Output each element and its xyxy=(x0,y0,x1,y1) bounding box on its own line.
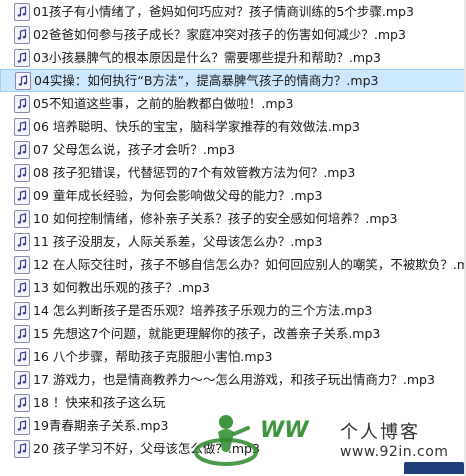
file-name: 19青春期亲子关系.mp3 xyxy=(33,418,169,433)
music-file-icon xyxy=(14,370,30,389)
file-row[interactable]: 14 怎么判断孩子是否乐观？培养孩子乐观力的三个方法.mp3 xyxy=(0,299,466,322)
file-row[interactable]: 20 孩子学习不好，父母该怎么做？.mp3 xyxy=(0,437,466,460)
music-file-icon xyxy=(14,232,30,251)
watermark-corner-badge xyxy=(404,462,464,474)
file-row[interactable]: 13 如何教出乐观的孩子？.mp3 xyxy=(0,276,466,299)
file-name: 16 八个步骤，帮助孩子克服胆小害怕.mp3 xyxy=(33,349,273,364)
file-row[interactable]: 15 先想这7个问题，就能更理解你的孩子，改善亲子关系.mp3 xyxy=(0,322,466,345)
file-name: 07 父母怎么说，孩子才会听？.mp3 xyxy=(33,142,235,157)
file-row[interactable]: 16 八个步骤，帮助孩子克服胆小害怕.mp3 xyxy=(0,345,466,368)
music-file-icon xyxy=(14,140,30,159)
file-row[interactable]: 02爸爸如何参与孩子成长？家庭冲突对孩子的伤害如何减少？.mp3 xyxy=(0,23,466,46)
music-file-icon xyxy=(14,439,30,458)
file-name: 13 如何教出乐观的孩子？.mp3 xyxy=(33,280,210,295)
file-row[interactable]: 18 ！快来和孩子这么玩 xyxy=(0,391,466,414)
file-row[interactable]: 09 童年成长经验，为何会影响做父母的能力？.mp3 xyxy=(0,184,466,207)
music-file-icon xyxy=(14,255,30,274)
file-name: 12 在人际交往时，孩子不够自信怎么办？如何回应别人的嘲笑，不被欺负？.mp3 xyxy=(33,257,466,272)
file-name: 11 孩子没朋友，人际关系差，父母该怎么办？.mp3 xyxy=(33,234,323,249)
music-file-icon xyxy=(14,25,30,44)
music-file-icon xyxy=(14,48,30,67)
file-row[interactable]: 01孩子有小情绪了，爸妈如何巧应对？孩子情商训练的5个步骤.mp3 xyxy=(0,0,466,23)
music-file-icon xyxy=(14,163,30,182)
file-name: 03小孩暴脾气的根本原因是什么？需要哪些提升和帮助？.mp3 xyxy=(33,50,381,65)
music-file-icon xyxy=(14,347,30,366)
file-name: 09 童年成长经验，为何会影响做父母的能力？.mp3 xyxy=(33,188,323,203)
file-list: 01孩子有小情绪了，爸妈如何巧应对？孩子情商训练的5个步骤.mp3 02爸爸如何参… xyxy=(0,0,466,476)
music-file-icon xyxy=(14,186,30,205)
file-row[interactable]: 05不知道这些事，之前的胎教都白做啦！.mp3 xyxy=(0,92,466,115)
file-name: 20 孩子学习不好，父母该怎么做？.mp3 xyxy=(33,441,260,456)
music-file-icon xyxy=(14,416,30,435)
file-name: 06 培养聪明、快乐的宝宝，脑科学家推荐的有效做法.mp3 xyxy=(33,119,360,134)
music-file-icon xyxy=(14,2,30,21)
file-row[interactable]: 03小孩暴脾气的根本原因是什么？需要哪些提升和帮助？.mp3 xyxy=(0,46,466,69)
file-row[interactable]: 04实操：如何执行“B方法”，提高暴脾气孩子的情商力？.mp3 xyxy=(0,69,466,92)
file-name: 08 孩子犯错误，代替惩罚的7个有效管教方法为何？.mp3 xyxy=(33,165,356,180)
file-row[interactable]: 06 培养聪明、快乐的宝宝，脑科学家推荐的有效做法.mp3 xyxy=(0,115,466,138)
music-file-icon xyxy=(14,393,30,412)
music-file-icon xyxy=(14,324,30,343)
file-name: 10 如何控制情绪，修补亲子关系？孩子的安全感如何培养？.mp3 xyxy=(33,211,398,226)
file-row[interactable]: 08 孩子犯错误，代替惩罚的7个有效管教方法为何？.mp3 xyxy=(0,161,466,184)
file-row[interactable]: 17 游戏力，也是情商教养力～～怎么用游戏，和孩子玩出情商力？.mp3 xyxy=(0,368,466,391)
music-file-icon xyxy=(14,209,30,228)
file-name: 04实操：如何执行“B方法”，提高暴脾气孩子的情商力？.mp3 xyxy=(34,73,379,88)
file-row[interactable]: 07 父母怎么说，孩子才会听？.mp3 xyxy=(0,138,466,161)
music-file-icon xyxy=(15,71,31,90)
file-row[interactable]: 19青春期亲子关系.mp3 xyxy=(0,414,466,437)
file-row[interactable]: 12 在人际交往时，孩子不够自信怎么办？如何回应别人的嘲笑，不被欺负？.mp3 xyxy=(0,253,466,276)
music-file-icon xyxy=(14,94,30,113)
music-file-icon xyxy=(14,301,30,320)
music-file-icon xyxy=(14,278,30,297)
music-file-icon xyxy=(14,117,30,136)
file-row[interactable]: 11 孩子没朋友，人际关系差，父母该怎么办？.mp3 xyxy=(0,230,466,253)
file-name: 14 怎么判断孩子是否乐观？培养孩子乐观力的三个方法.mp3 xyxy=(33,303,373,318)
file-name: 05不知道这些事，之前的胎教都白做啦！.mp3 xyxy=(33,96,294,111)
file-name: 02爸爸如何参与孩子成长？家庭冲突对孩子的伤害如何减少？.mp3 xyxy=(33,27,406,42)
file-name: 15 先想这7个问题，就能更理解你的孩子，改善亲子关系.mp3 xyxy=(33,326,381,341)
file-row[interactable]: 10 如何控制情绪，修补亲子关系？孩子的安全感如何培养？.mp3 xyxy=(0,207,466,230)
file-name: 01孩子有小情绪了，爸妈如何巧应对？孩子情商训练的5个步骤.mp3 xyxy=(33,4,414,19)
file-name: 17 游戏力，也是情商教养力～～怎么用游戏，和孩子玩出情商力？.mp3 xyxy=(33,372,435,387)
file-name: 18 ！快来和孩子这么玩 xyxy=(33,395,166,410)
